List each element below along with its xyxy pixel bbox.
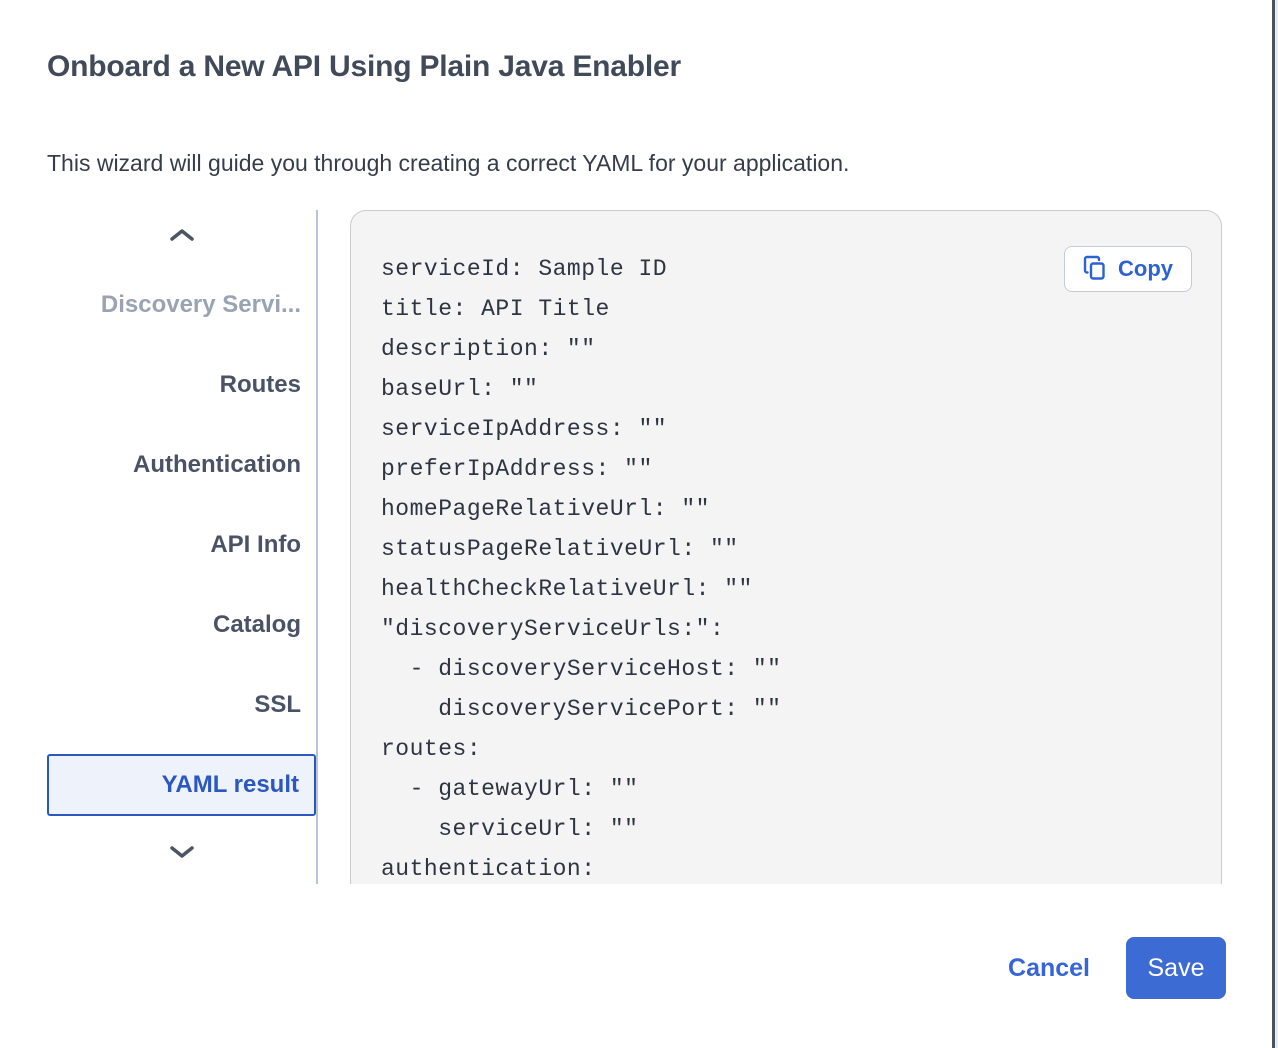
nav-item-label: SSL bbox=[254, 691, 301, 719]
nav-scroll-down-button[interactable] bbox=[47, 825, 316, 884]
copy-button[interactable]: Copy bbox=[1064, 246, 1192, 292]
chevron-up-icon bbox=[169, 228, 195, 247]
code-line: description: "" bbox=[381, 329, 1191, 369]
code-line: routes: bbox=[381, 729, 1191, 769]
nav-item-label: Routes bbox=[220, 371, 301, 399]
code-line: "discoveryServiceUrls:": bbox=[381, 609, 1191, 649]
code-line: - discoveryServiceHost: "" bbox=[381, 649, 1191, 689]
code-line: title: API Title bbox=[381, 289, 1191, 329]
nav-item-ssl[interactable]: SSL bbox=[47, 665, 316, 745]
nav-item-discovery-service[interactable]: Discovery Servi... bbox=[47, 265, 316, 345]
nav-item-label: Authentication bbox=[133, 451, 301, 479]
wizard-step-nav: Discovery Servi... Routes Authentication… bbox=[47, 210, 318, 884]
code-line: healthCheckRelativeUrl: "" bbox=[381, 569, 1191, 609]
nav-item-label: API Info bbox=[210, 531, 301, 559]
code-line: authentication: bbox=[381, 849, 1191, 884]
nav-item-api-info[interactable]: API Info bbox=[47, 505, 316, 585]
save-button[interactable]: Save bbox=[1126, 937, 1226, 999]
code-line: baseUrl: "" bbox=[381, 369, 1191, 409]
yaml-code-block: serviceId: Sample ID title: API Title de… bbox=[381, 249, 1191, 884]
nav-item-label: Discovery Servi... bbox=[101, 291, 301, 319]
code-line: serviceIpAddress: "" bbox=[381, 409, 1191, 449]
nav-item-authentication[interactable]: Authentication bbox=[47, 425, 316, 505]
page-title: Onboard a New API Using Plain Java Enabl… bbox=[47, 50, 681, 84]
copy-button-label: Copy bbox=[1118, 256, 1173, 282]
copy-icon bbox=[1083, 255, 1107, 284]
nav-item-catalog[interactable]: Catalog bbox=[47, 585, 316, 665]
code-line: preferIpAddress: "" bbox=[381, 449, 1191, 489]
dialog-footer-actions: Cancel Save bbox=[1008, 937, 1226, 999]
nav-scroll-up-button[interactable] bbox=[47, 210, 316, 265]
cancel-button[interactable]: Cancel bbox=[1008, 954, 1090, 983]
code-line: homePageRelativeUrl: "" bbox=[381, 489, 1191, 529]
code-line: serviceUrl: "" bbox=[381, 809, 1191, 849]
code-line: - gatewayUrl: "" bbox=[381, 769, 1191, 809]
nav-item-label: Catalog bbox=[213, 611, 301, 639]
code-line: discoveryServicePort: "" bbox=[381, 689, 1191, 729]
wizard-description: This wizard will guide you through creat… bbox=[47, 150, 849, 177]
code-line: statusPageRelativeUrl: "" bbox=[381, 529, 1191, 569]
yaml-result-panel: Copy serviceId: Sample ID title: API Tit… bbox=[350, 210, 1222, 884]
chevron-down-icon bbox=[169, 845, 195, 864]
nav-item-yaml-result[interactable]: YAML result bbox=[47, 754, 316, 816]
nav-item-label: YAML result bbox=[162, 771, 299, 799]
nav-item-routes[interactable]: Routes bbox=[47, 345, 316, 425]
